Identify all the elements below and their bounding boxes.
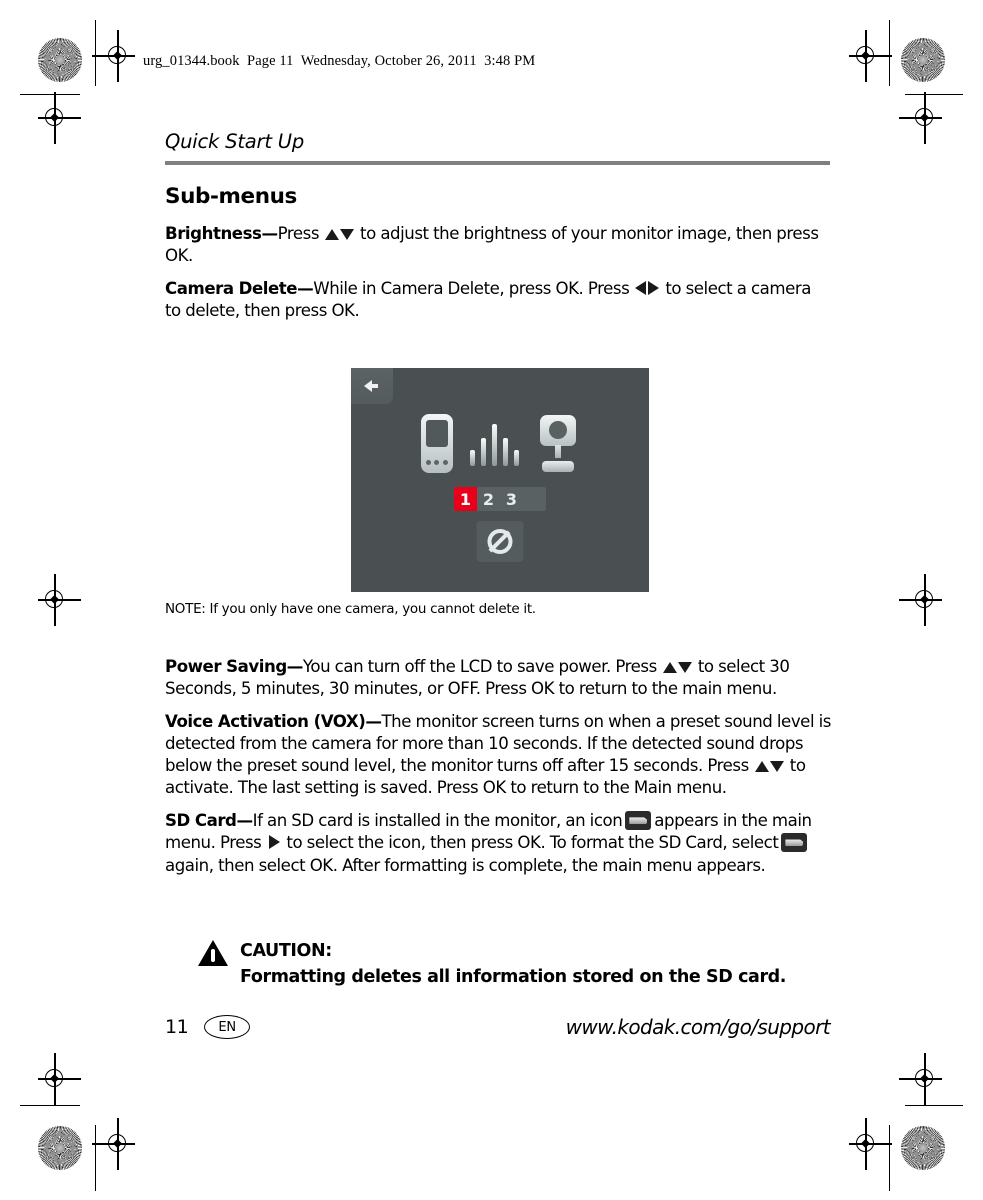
camera-slot-2[interactable]: 2 [477,487,500,511]
trim-line-right-upper [905,94,963,96]
entry-brightness: Brightness—Press to adjust the brightness… [165,223,830,267]
camera-slot-4[interactable] [523,487,546,511]
registration-mark-bottom-right [849,1118,892,1170]
trim-line-right-lower [905,1105,963,1107]
left-right-arrows-icon [635,281,660,296]
camera-icon [536,414,580,472]
handheld-monitor-icon [420,413,453,473]
entry-power-saving-term: Power Saving— [165,657,303,676]
running-head: Quick Start Up [165,130,305,153]
up-down-arrows-icon [662,662,692,673]
trim-line-bottom-right-vertical [889,1125,891,1191]
registration-mark-left-upper [38,92,81,144]
entry-power-saving: Power Saving—You can turn off the LCD to… [165,656,837,700]
page-footer: 11 EN www.kodak.com/go/support [165,1015,831,1039]
camera-number-selector[interactable]: 1 2 3 [454,487,546,511]
trim-line-bottom-left-vertical [95,1125,97,1191]
book-slug-line: urg_01344.book Page 11 Wednesday, Octobe… [143,53,536,69]
entry-camera-delete-term: Camera Delete— [165,279,314,299]
warning-triangle-icon [198,940,228,966]
entry-sd-card-part3: to select the icon, then press OK. To fo… [286,833,779,853]
device-back-button[interactable] [351,368,393,404]
figure-note: NOTE: If you only have one camera, you c… [165,601,536,617]
device-icon-row [351,407,649,479]
right-arrow-icon [267,835,281,850]
page-number: 11 [165,1016,189,1038]
entry-sd-card: SD Card—If an SD card is installed in th… [165,810,837,876]
entry-power-saving-text-before: You can turn off the LCD to save power. … [302,657,657,676]
sd-card-icon [625,811,652,831]
starburst-mark-bottom-right [901,1126,945,1170]
registration-mark-right-upper [899,92,942,144]
caution-block: CAUTION: Formatting deletes all informat… [198,938,838,991]
entry-sd-card-part1: If an SD card is installed in the monito… [252,811,623,831]
trim-line-top-left-vertical [95,20,97,86]
caution-text: CAUTION: Formatting deletes all informat… [240,938,786,991]
page-content-upper: Quick Start Up Sub-menus Brightness—Pres… [165,130,830,333]
entry-voice-activation-term: Voice Activation (VOX)— [165,712,382,732]
registration-mark-top-right [849,30,892,82]
support-url: www.kodak.com/go/support [565,1015,831,1039]
entry-camera-delete: Camera Delete—While in Camera Delete, pr… [165,278,830,322]
camera-slot-1[interactable]: 1 [454,487,477,511]
camera-slot-3[interactable]: 3 [500,487,523,511]
registration-mark-top-left [92,30,135,82]
trim-line-top-right-vertical [889,20,891,86]
registration-mark-left-lower [38,1053,81,1105]
entry-brightness-term: Brightness— [165,224,278,243]
entry-voice-activation: Voice Activation (VOX)—The monitor scree… [165,711,837,799]
trim-line-left-upper [20,94,80,96]
language-badge: EN [204,1015,251,1039]
up-down-arrows-icon [754,761,784,773]
registration-mark-left-middle [38,574,81,626]
device-screenshot-figure: 1 2 3 [351,368,649,592]
header-rule [165,161,830,165]
caution-label: CAUTION: [240,941,332,961]
registration-mark-right-middle [899,574,942,626]
starburst-mark-top-right [901,38,945,82]
entry-brightness-text-before: Press [277,224,320,243]
starburst-mark-bottom-left [38,1126,82,1170]
page-title: Sub-menus [165,184,297,209]
delete-prohibited-button[interactable] [476,521,524,562]
caution-message: Formatting deletes all information store… [240,967,787,988]
signal-strength-icon [469,420,519,466]
entry-sd-card-part4: again, then select OK. After formatting … [165,855,766,875]
trim-line-left-lower [20,1105,80,1107]
entry-camera-delete-text-before: While in Camera Delete, press OK. Press [313,279,630,299]
starburst-mark-top-left [38,38,82,82]
sd-card-icon [781,833,808,853]
page-content-lower: Power Saving—You can turn off the LCD to… [165,656,837,888]
registration-mark-bottom-left [92,1118,135,1170]
back-arrow-stem [371,384,378,388]
entry-sd-card-term: SD Card— [165,811,253,831]
up-down-arrows-icon [325,229,355,240]
registration-mark-right-lower [899,1053,942,1105]
